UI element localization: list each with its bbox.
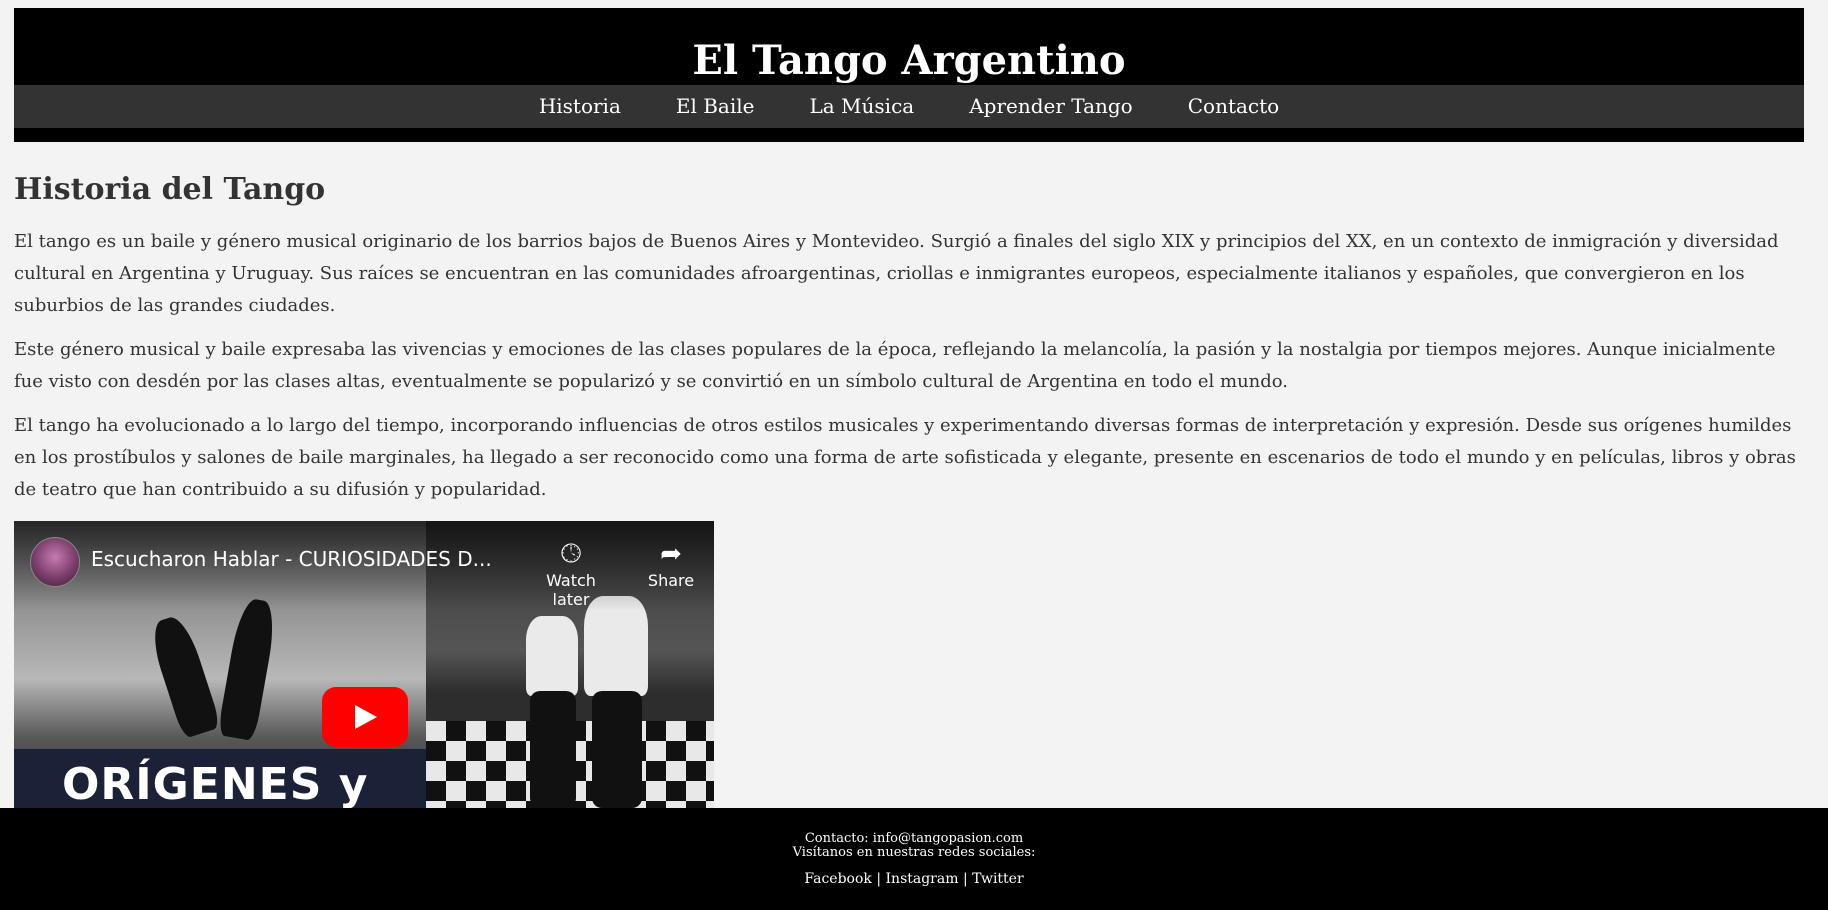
main-nav: Historia El Baile La Música Aprender Tan…: [14, 85, 1804, 128]
footer-social-intro: Visítanos en nuestras redes sociales:: [792, 845, 1036, 860]
separator: |: [876, 871, 882, 887]
facebook-link[interactable]: Facebook: [804, 871, 872, 887]
footer-social-links: Facebook | Instagram | Twitter: [0, 872, 1828, 886]
share-button[interactable]: ➦ Share: [626, 537, 714, 590]
nav-link-historia[interactable]: Historia: [539, 85, 621, 128]
nav-link-el-baile[interactable]: El Baile: [676, 85, 755, 128]
site-title: El Tango Argentino: [692, 37, 1126, 84]
watch-later-label: Watch later: [546, 571, 596, 609]
video-title[interactable]: Escucharon Hablar - CURIOSIDADES D...: [91, 547, 492, 571]
watch-later-button[interactable]: 🕓︎ Watch later: [526, 537, 616, 609]
paragraph: El tango es un baile y género musical or…: [14, 231, 1779, 316]
clock-icon: 🕓︎: [560, 539, 582, 569]
footer-contact: Contacto: info@tangopasion.com: [804, 831, 1024, 846]
dancer-trousers: [530, 691, 576, 808]
share-label: Share: [647, 571, 695, 590]
paragraph: El tango ha evolucionado a lo largo del …: [14, 415, 1796, 500]
video-embed[interactable]: ORÍGENES y Escucharon Hablar - CURIOSIDA…: [14, 521, 714, 808]
instagram-link[interactable]: Instagram: [886, 871, 959, 887]
separator: |: [962, 871, 968, 887]
thumbnail-text: ORÍGENES y: [62, 759, 369, 808]
history-content: El tango es un baile y género musical or…: [14, 226, 1804, 518]
twitter-link[interactable]: Twitter: [972, 871, 1024, 887]
site-footer: Contacto: info@tangopasion.com Visítanos…: [0, 808, 1828, 910]
play-icon: [355, 705, 377, 729]
dancer-shirt: [526, 616, 578, 696]
page-heading: Historia del Tango: [14, 172, 326, 207]
channel-avatar[interactable]: [30, 537, 80, 587]
nav-link-contacto[interactable]: Contacto: [1188, 85, 1279, 128]
share-arrow-icon: ➦: [660, 539, 682, 569]
play-button[interactable]: [322, 687, 408, 747]
nav-link-la-musica[interactable]: La Música: [809, 85, 914, 128]
paragraph: Este género musical y baile expresaba la…: [14, 339, 1776, 392]
dancer-shirt: [584, 596, 648, 696]
site-header: El Tango Argentino Historia El Baile La …: [14, 8, 1804, 142]
nav-link-aprender-tango[interactable]: Aprender Tango: [969, 85, 1133, 128]
dancer-trousers: [592, 691, 642, 808]
